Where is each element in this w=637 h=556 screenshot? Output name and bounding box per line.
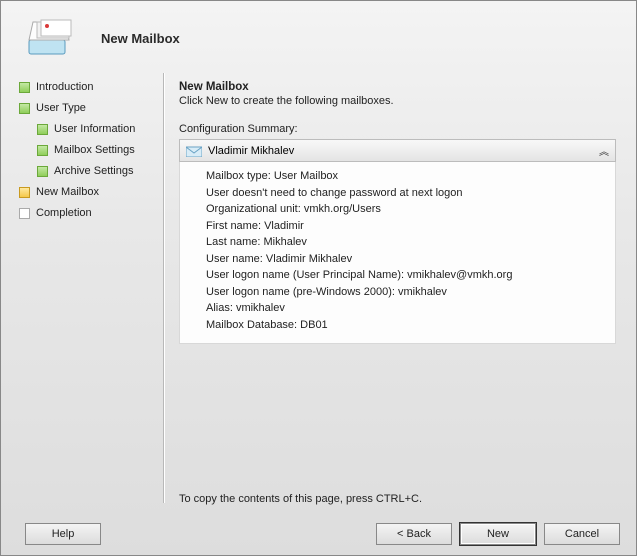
summary-line: First name: Vladimir xyxy=(206,218,607,235)
summary-line: Alias: vmikhalev xyxy=(206,300,607,317)
wizard-body: Introduction User Type User Information … xyxy=(1,73,636,513)
page-subtitle: Click New to create the following mailbo… xyxy=(179,95,616,107)
configuration-summary-label: Configuration Summary: xyxy=(179,123,616,135)
wizard-title: New Mailbox xyxy=(101,31,180,46)
new-button[interactable]: New xyxy=(460,523,536,545)
step-complete-icon xyxy=(37,166,48,177)
summary-line: Last name: Mikhalev xyxy=(206,234,607,251)
summary-user-name: Vladimir Mikhalev xyxy=(208,145,294,157)
step-pending-icon xyxy=(19,208,30,219)
step-complete-icon xyxy=(37,124,48,135)
step-archive-settings: Archive Settings xyxy=(37,165,155,177)
wizard-footer: Help < Back New Cancel xyxy=(1,513,636,555)
step-new-mailbox: New Mailbox xyxy=(19,186,155,198)
page-title: New Mailbox xyxy=(179,81,616,93)
wizard-header: New Mailbox xyxy=(1,1,636,73)
back-button[interactable]: < Back xyxy=(376,523,452,545)
mailbox-wizard-icon xyxy=(25,18,73,58)
summary-line: User doesn't need to change password at … xyxy=(206,185,607,202)
step-completion: Completion xyxy=(19,207,155,219)
summary-line: User logon name (User Principal Name): v… xyxy=(206,267,607,284)
summary-line: User name: Vladimir Mikhalev xyxy=(206,251,607,268)
step-complete-icon xyxy=(19,103,30,114)
summary-details: Mailbox type: User Mailbox User doesn't … xyxy=(179,162,616,344)
cancel-button[interactable]: Cancel xyxy=(544,523,620,545)
summary-line: Mailbox Database: DB01 xyxy=(206,317,607,334)
summary-header[interactable]: Vladimir Mikhalev ︽ xyxy=(179,139,616,162)
wizard-steps: Introduction User Type User Information … xyxy=(1,73,161,513)
step-mailbox-settings: Mailbox Settings xyxy=(37,144,155,156)
step-complete-icon xyxy=(19,82,30,93)
step-user-type: User Type xyxy=(19,102,155,114)
help-button[interactable]: Help xyxy=(25,523,101,545)
step-current-icon xyxy=(19,187,30,198)
copy-hint: To copy the contents of this page, press… xyxy=(179,493,422,505)
wizard-main: New Mailbox Click New to create the foll… xyxy=(161,73,636,513)
step-introduction: Introduction xyxy=(19,81,155,93)
summary-line: User logon name (pre-Windows 2000): vmik… xyxy=(206,284,607,301)
mailbox-icon xyxy=(186,145,202,157)
collapse-icon: ︽ xyxy=(599,143,607,158)
step-complete-icon xyxy=(37,145,48,156)
summary-line: Mailbox type: User Mailbox xyxy=(206,168,607,185)
summary-line: Organizational unit: vmkh.org/Users xyxy=(206,201,607,218)
wizard-window: New Mailbox Introduction User Type User … xyxy=(0,0,637,556)
step-user-information: User Information xyxy=(37,123,155,135)
